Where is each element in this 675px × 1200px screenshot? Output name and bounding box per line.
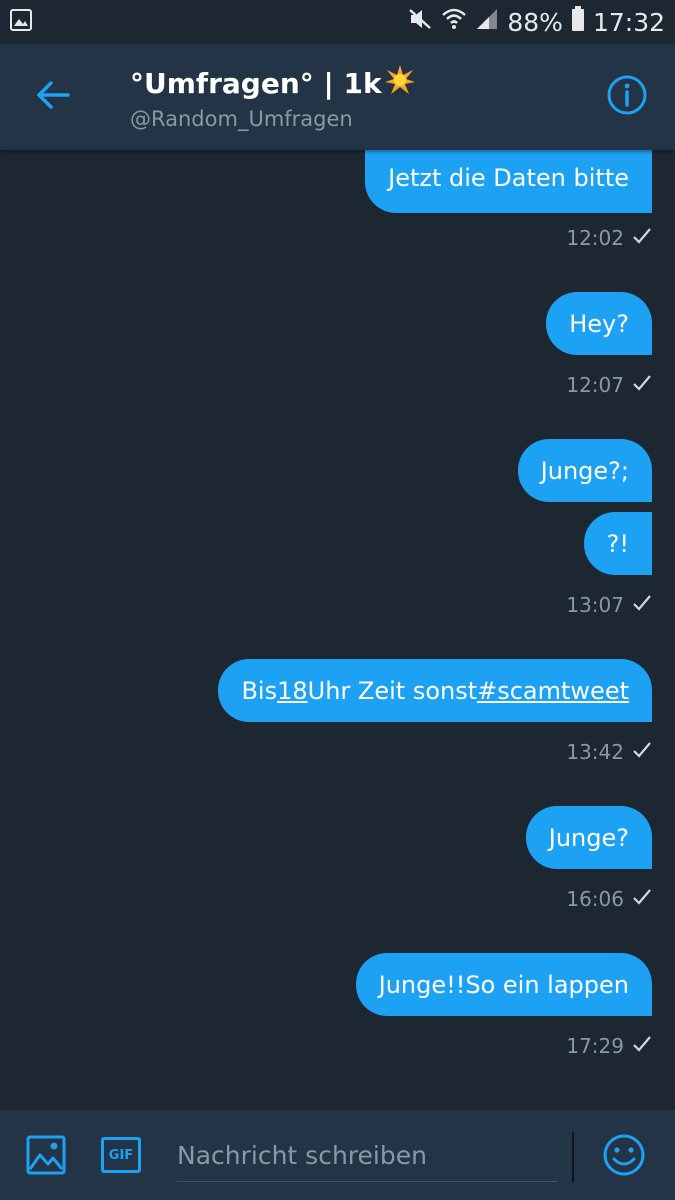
check-icon: [632, 373, 652, 397]
message-meta: 16:06: [566, 884, 652, 914]
check-icon: [632, 593, 652, 617]
message-meta: 12:02: [566, 223, 652, 253]
message-bubble[interactable]: Junge?;: [517, 439, 652, 502]
gif-icon: GIF: [101, 1137, 141, 1173]
message-input[interactable]: Nachricht schreiben: [177, 1130, 557, 1182]
conversation-title: °Umfragen° | 1k: [130, 64, 579, 103]
check-icon: [632, 887, 652, 911]
message-bubble[interactable]: Bis 18 Uhr Zeit sonst #scamtweet: [218, 659, 652, 722]
conversation-title-block[interactable]: °Umfragen° | 1k @Random_Umfragen: [106, 64, 579, 131]
info-button[interactable]: [579, 44, 675, 150]
message-meta: 13:07: [566, 590, 652, 620]
hashtag-link[interactable]: #scamtweet: [477, 677, 629, 705]
message-meta: 12:07: [566, 370, 652, 400]
gallery-notification-icon: [10, 9, 32, 35]
check-icon: [632, 1034, 652, 1058]
message-meta: 13:42: [566, 737, 652, 767]
gif-button[interactable]: GIF: [101, 1137, 141, 1173]
wifi-icon: [441, 7, 467, 37]
info-icon: [606, 74, 648, 120]
message-bubble[interactable]: ?!: [583, 512, 652, 575]
sparkle-emoji: [384, 64, 416, 103]
battery-icon: [571, 6, 585, 38]
message-bubble[interactable]: Junge!!So ein lappen: [355, 953, 652, 1016]
image-icon: [26, 1135, 66, 1179]
check-icon: [632, 740, 652, 764]
message-bubble[interactable]: Junge?: [525, 806, 652, 869]
attach-image-button[interactable]: [26, 1135, 66, 1179]
mute-icon: [407, 6, 433, 38]
message-meta: 17:29: [566, 1031, 652, 1061]
inline-number-link[interactable]: 18: [277, 677, 308, 705]
emoji-button[interactable]: [602, 1133, 646, 1181]
message-bubble[interactable]: Hey?: [546, 292, 652, 355]
smiley-icon: [602, 1133, 646, 1181]
clock: 17:32: [592, 7, 665, 37]
message-bubble[interactable]: Jetzt die Daten bitte: [365, 150, 652, 213]
conversation-handle: @Random_Umfragen: [130, 106, 353, 131]
arrow-left-icon: [35, 80, 71, 114]
check-icon: [632, 226, 652, 250]
back-button[interactable]: [0, 44, 106, 150]
status-bar: 88% 17:32: [0, 0, 675, 44]
message-list[interactable]: Jetzt die Daten bitte 12:02 Hey? 12:07 J…: [0, 150, 675, 1110]
conversation-header: °Umfragen° | 1k @Random_Umfragen: [0, 44, 675, 150]
composer-divider: [572, 1132, 574, 1182]
message-composer: GIF Nachricht schreiben: [0, 1110, 675, 1200]
signal-icon: [475, 7, 499, 37]
battery-percentage: 88%: [507, 7, 563, 37]
